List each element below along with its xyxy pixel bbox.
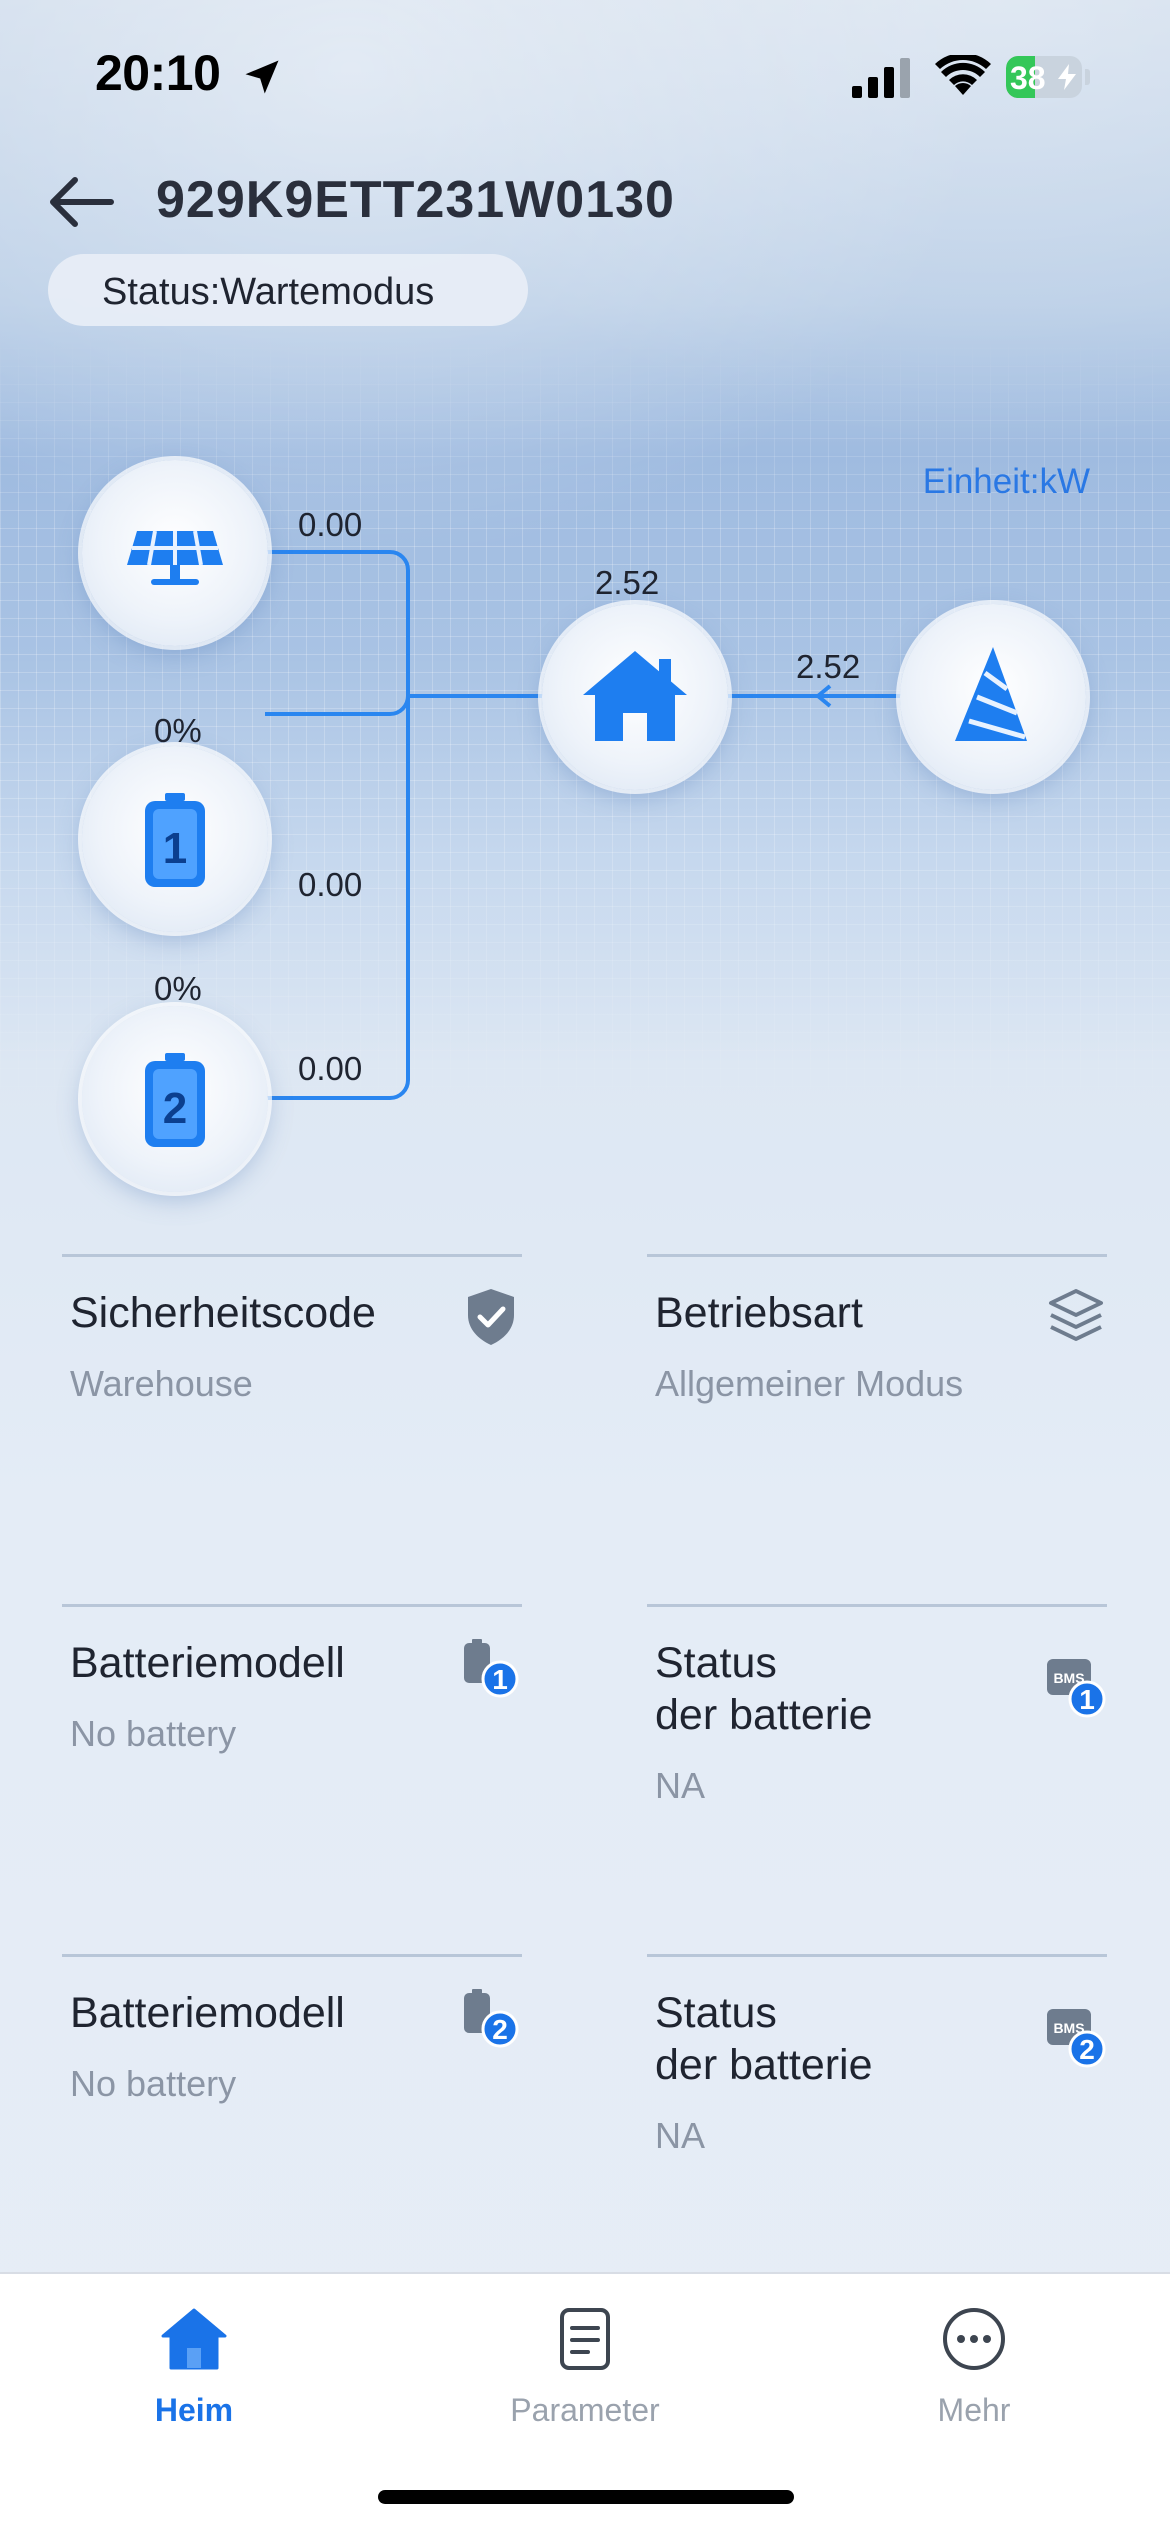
card-title-line2: der batterie xyxy=(655,1691,873,1739)
battery-2-icon: 2 xyxy=(145,1053,205,1147)
solar-panel-icon xyxy=(127,530,223,585)
card-battery-model-1[interactable]: Batteriemodell No battery 1 xyxy=(62,1604,522,1924)
shield-check-icon xyxy=(468,1289,514,1345)
solar-power-value: 0.00 xyxy=(298,506,363,543)
status-text: Status:Wartemodus xyxy=(102,271,435,313)
battery1-node[interactable]: 1 xyxy=(82,746,268,932)
card-battery-status-2[interactable]: Status der batterie NA BMS 2 xyxy=(647,1954,1107,2254)
tab-home[interactable]: Heim xyxy=(94,2304,294,2444)
wifi-icon xyxy=(935,55,991,95)
card-title: Betriebsart xyxy=(655,1289,863,1337)
card-value: Allgemeiner Modus xyxy=(655,1363,964,1404)
battery1-soc: 0% xyxy=(154,712,202,749)
status-badge: Status:Wartemodus xyxy=(48,254,528,326)
status-bar: 20:10 38 xyxy=(0,0,1170,150)
status-time: 20:10 xyxy=(95,45,221,101)
svg-text:2: 2 xyxy=(1079,2034,1095,2065)
home-power-value: 2.52 xyxy=(595,564,660,601)
energy-flow-diagram: 0.00 0% 1 0.00 0% 2 0.00 2.52 2.52 xyxy=(0,440,1170,1200)
card-title: Sicherheitscode xyxy=(70,1289,376,1337)
more-icon xyxy=(943,2308,1005,2370)
battery-1-icon: 1 xyxy=(145,793,205,887)
svg-text:1: 1 xyxy=(492,1664,508,1695)
card-title: Status der batterie xyxy=(655,1637,873,1741)
battery1-power-value: 0.00 xyxy=(298,866,363,903)
card-value: No battery xyxy=(70,2063,237,2104)
svg-text:2: 2 xyxy=(492,2014,508,2045)
svg-text:1: 1 xyxy=(163,824,187,873)
card-title-line2: der batterie xyxy=(655,2041,873,2089)
layers-icon xyxy=(1049,1289,1103,1341)
battery-level: 38 xyxy=(1010,60,1046,96)
battery-2-icon: 2 xyxy=(464,1989,519,2048)
card-value: Warehouse xyxy=(70,1363,253,1404)
bms-1-icon: BMS 1 xyxy=(1047,1659,1106,1718)
card-value: NA xyxy=(655,2115,706,2156)
card-title-line1: Status xyxy=(655,1639,777,1687)
grid-node[interactable] xyxy=(900,604,1086,790)
home-indicator[interactable] xyxy=(378,2490,794,2504)
bms-2-icon: BMS 2 xyxy=(1047,2009,1106,2068)
home-icon xyxy=(161,2308,227,2370)
battery2-power-value: 0.00 xyxy=(298,1050,363,1087)
tab-parameter[interactable]: Parameter xyxy=(485,2304,685,2444)
cellular-signal-icon xyxy=(852,58,910,98)
battery-charging-icon: 38 xyxy=(1006,56,1090,98)
tab-label: Parameter xyxy=(510,2392,660,2428)
solar-battery1-line xyxy=(265,550,410,716)
location-arrow-icon xyxy=(245,60,279,94)
grid-power-value: 2.52 xyxy=(796,648,861,685)
card-title: Status der batterie xyxy=(655,1987,873,2091)
charging-bolt-icon xyxy=(1058,64,1076,90)
card-security-code[interactable]: Sicherheitscode Warehouse xyxy=(62,1254,522,1574)
svg-text:2: 2 xyxy=(163,1084,187,1133)
document-icon xyxy=(560,2308,610,2370)
solar-node[interactable] xyxy=(82,460,268,646)
home-node[interactable] xyxy=(542,604,728,790)
power-tower-icon xyxy=(955,647,1027,741)
card-operating-mode[interactable]: Betriebsart Allgemeiner Modus xyxy=(647,1254,1107,1574)
battery2-node[interactable]: 2 xyxy=(82,1006,268,1192)
battery-1-icon: 1 xyxy=(464,1639,519,1698)
arrow-left-icon[interactable] xyxy=(45,172,115,232)
card-battery-status-1[interactable]: Status der batterie NA BMS 1 xyxy=(647,1604,1107,1924)
svg-text:1: 1 xyxy=(1079,1684,1095,1715)
house-icon xyxy=(583,651,687,741)
battery2-soc: 0% xyxy=(154,970,202,1007)
card-title: Batteriemodell xyxy=(70,1989,345,2037)
card-value: No battery xyxy=(70,1713,237,1754)
card-title-line1: Status xyxy=(655,1989,777,2037)
tab-label: Mehr xyxy=(937,2392,1011,2428)
page-title: 929K9ETT231W0130 xyxy=(156,171,675,229)
card-title: Batteriemodell xyxy=(70,1639,345,1687)
card-value: NA xyxy=(655,1765,706,1806)
tab-more[interactable]: Mehr xyxy=(874,2304,1074,2444)
card-battery-model-2[interactable]: Batteriemodell No battery 2 xyxy=(62,1954,522,2254)
tab-label: Heim xyxy=(154,2392,234,2428)
